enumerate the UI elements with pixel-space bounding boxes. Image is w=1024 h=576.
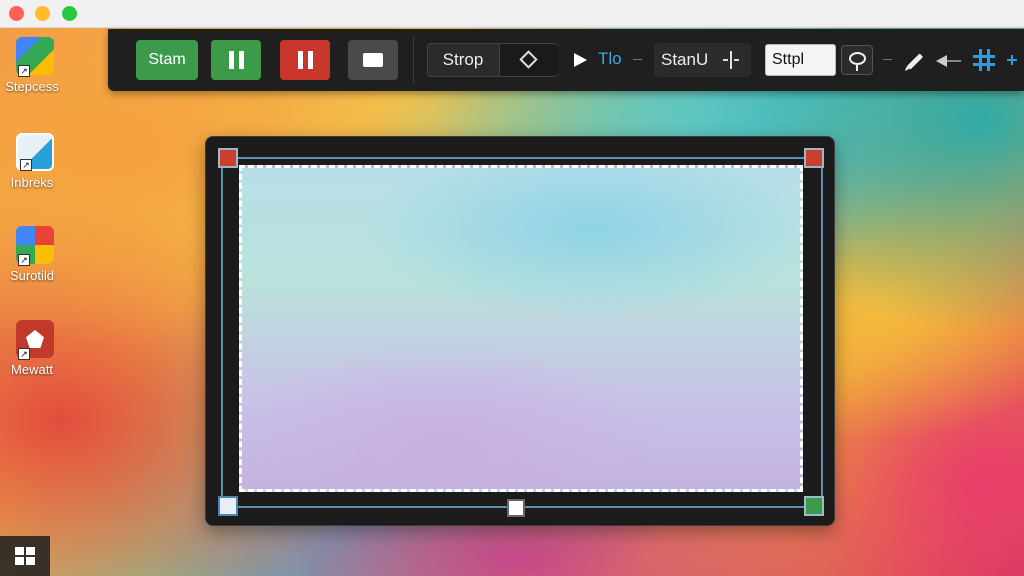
minimize-window-button[interactable] [35, 6, 50, 21]
step-control[interactable]: StanU [654, 43, 751, 77]
desktop-icon-stepcess[interactable]: ↗ Stepcess [4, 37, 66, 94]
stop-button[interactable] [348, 40, 398, 80]
lasso-tail [856, 65, 858, 71]
stop-icon [363, 53, 383, 67]
mode-shape-button[interactable] [499, 44, 558, 76]
app-icon: ↗ [16, 133, 54, 171]
shortcut-arrow-icon: ↗ [20, 159, 32, 171]
app-icon: ↗ [16, 37, 54, 77]
desktop-icon-inbreks[interactable]: ↗ Inbreks [4, 133, 66, 190]
arrow-line [947, 60, 961, 62]
resize-handle-top-right[interactable] [804, 148, 824, 168]
desktop-icon-label: Mewatt [11, 362, 53, 377]
desktop-icon-mewatt[interactable]: ↗ Mewatt [4, 320, 66, 377]
pause-icon [298, 51, 313, 69]
start-button[interactable] [0, 536, 50, 576]
browser-icon: ↗ [16, 226, 54, 266]
app-icon: ↗ [16, 320, 54, 360]
split-icon [723, 51, 739, 69]
pause-button[interactable] [211, 40, 261, 80]
maximize-window-button[interactable] [62, 6, 77, 21]
start-button[interactable]: Stam [136, 40, 198, 80]
grid-icon[interactable] [973, 49, 995, 71]
resize-handle-bottom-right[interactable] [804, 496, 824, 516]
toolbar-divider [413, 37, 414, 83]
capture-region-frame[interactable] [205, 136, 835, 526]
resize-handle-bottom-middle[interactable] [507, 499, 525, 517]
settings-input[interactable] [765, 44, 836, 76]
shortcut-arrow-icon: ↗ [18, 65, 30, 77]
resize-handle-top-left[interactable] [218, 148, 238, 168]
lasso-tool-button[interactable] [841, 45, 873, 75]
desktop-icon-label: Inbreks [10, 175, 54, 190]
lasso-icon [849, 52, 866, 65]
resize-handle-bottom-left[interactable] [218, 496, 238, 516]
dash-divider [633, 59, 642, 60]
capture-area[interactable] [239, 165, 803, 492]
arrow-left-icon[interactable] [936, 55, 947, 67]
mode-label: Strop [442, 50, 484, 69]
recorder-toolbar: Stam Strop Tlo StanU [108, 29, 1024, 91]
diamond-icon [519, 50, 538, 69]
window-titlebar [0, 0, 1024, 28]
desktop-icon-label: Surotild [9, 268, 55, 283]
timer-label[interactable]: Tlo [598, 49, 622, 69]
desktop-icon-label: Stepcess [5, 79, 59, 94]
pen-icon[interactable] [906, 53, 924, 70]
step-label: StanU [661, 50, 709, 69]
pause-icon [229, 51, 244, 69]
play-icon[interactable] [574, 53, 587, 67]
record-pause-button[interactable] [280, 40, 330, 80]
desktop-icon-surotild[interactable]: ↗ Surotild [4, 226, 66, 283]
shortcut-arrow-icon: ↗ [18, 254, 30, 266]
close-window-button[interactable] [9, 6, 24, 21]
windows-logo-icon [15, 547, 35, 565]
mode-selector[interactable]: Strop [427, 43, 558, 77]
shortcut-arrow-icon: ↗ [18, 348, 30, 360]
crosshair-icon[interactable] [1007, 55, 1017, 65]
dash-divider [883, 59, 892, 60]
